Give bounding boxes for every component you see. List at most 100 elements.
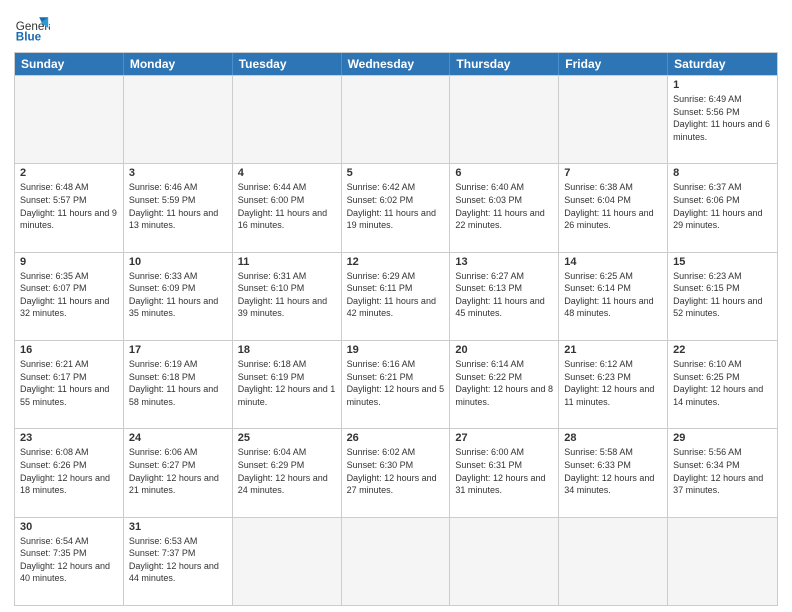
day-number: 19 xyxy=(347,344,445,356)
day-number: 26 xyxy=(347,432,445,444)
day-number: 16 xyxy=(20,344,118,356)
weekday-header-wednesday: Wednesday xyxy=(342,53,451,75)
day-info: Sunrise: 6:12 AM Sunset: 6:23 PM Dayligh… xyxy=(564,358,662,408)
calendar-row-1: 2 Sunrise: 6:48 AM Sunset: 5:57 PM Daylig… xyxy=(15,163,777,251)
calendar-cell xyxy=(559,76,668,163)
day-number: 13 xyxy=(455,256,553,268)
day-info: Sunrise: 6:04 AM Sunset: 6:29 PM Dayligh… xyxy=(238,446,336,496)
day-info: Sunrise: 6:42 AM Sunset: 6:02 PM Dayligh… xyxy=(347,181,445,231)
day-number: 1 xyxy=(673,79,772,91)
calendar-cell: 31Sunrise: 6:53 AM Sunset: 7:37 PM Dayli… xyxy=(124,518,233,605)
day-info: Sunrise: 6:46 AM Sunset: 5:59 PM Dayligh… xyxy=(129,181,227,231)
day-number: 30 xyxy=(20,521,118,533)
calendar-cell: 6Sunrise: 6:40 AM Sunset: 6:03 PM Daylig… xyxy=(450,164,559,251)
calendar-cell: 18 Sunrise: 6:18 AM Sunset: 6:19 PM Dayli… xyxy=(233,341,342,428)
day-info: Sunrise: 6:31 AM Sunset: 6:10 PM Dayligh… xyxy=(238,270,336,320)
day-info: Sunrise: 6:49 AM Sunset: 5:56 PM Dayligh… xyxy=(673,93,772,143)
day-number: 12 xyxy=(347,256,445,268)
day-info: Sunrise: 6:48 AM Sunset: 5:57 PM Dayligh… xyxy=(20,181,118,231)
day-info: Sunrise: 6:18 AM Sunset: 6:19 PM Dayligh… xyxy=(238,358,336,408)
day-info: Sunrise: 6:44 AM Sunset: 6:00 PM Dayligh… xyxy=(238,181,336,231)
day-number: 25 xyxy=(238,432,336,444)
day-number: 21 xyxy=(564,344,662,356)
weekday-header-thursday: Thursday xyxy=(450,53,559,75)
calendar-cell xyxy=(342,76,451,163)
calendar-cell: 4Sunrise: 6:44 AM Sunset: 6:00 PM Daylig… xyxy=(233,164,342,251)
day-number: 5 xyxy=(347,167,445,179)
logo: General Blue xyxy=(14,10,50,46)
day-info: Sunrise: 6:10 AM Sunset: 6:25 PM Dayligh… xyxy=(673,358,772,408)
weekday-header-saturday: Saturday xyxy=(668,53,777,75)
day-info: Sunrise: 6:19 AM Sunset: 6:18 PM Dayligh… xyxy=(129,358,227,408)
day-info: Sunrise: 6:16 AM Sunset: 6:21 PM Dayligh… xyxy=(347,358,445,408)
calendar-row-4: 23 Sunrise: 6:08 AM Sunset: 6:26 PM Dayli… xyxy=(15,428,777,516)
day-number: 9 xyxy=(20,256,118,268)
day-number: 10 xyxy=(129,256,227,268)
day-number: 11 xyxy=(238,256,336,268)
weekday-header-sunday: Sunday xyxy=(15,53,124,75)
calendar-cell: 19 Sunrise: 6:16 AM Sunset: 6:21 PM Dayli… xyxy=(342,341,451,428)
header: General Blue xyxy=(14,10,778,46)
day-info: Sunrise: 6:38 AM Sunset: 6:04 PM Dayligh… xyxy=(564,181,662,231)
day-info: Sunrise: 6:53 AM Sunset: 7:37 PM Dayligh… xyxy=(129,535,227,585)
calendar-cell xyxy=(342,518,451,605)
calendar-cell: 22 Sunrise: 6:10 AM Sunset: 6:25 PM Dayli… xyxy=(668,341,777,428)
day-info: Sunrise: 6:29 AM Sunset: 6:11 PM Dayligh… xyxy=(347,270,445,320)
calendar-body: 1 Sunrise: 6:49 AM Sunset: 5:56 PM Daylig… xyxy=(15,75,777,605)
day-number: 7 xyxy=(564,167,662,179)
calendar-cell: 9 Sunrise: 6:35 AM Sunset: 6:07 PM Daylig… xyxy=(15,253,124,340)
day-number: 2 xyxy=(20,167,118,179)
calendar-cell: 7 Sunrise: 6:38 AM Sunset: 6:04 PM Daylig… xyxy=(559,164,668,251)
day-info: Sunrise: 6:21 AM Sunset: 6:17 PM Dayligh… xyxy=(20,358,118,408)
calendar-header: SundayMondayTuesdayWednesdayThursdayFrid… xyxy=(15,53,777,75)
day-number: 22 xyxy=(673,344,772,356)
calendar-cell: 25 Sunrise: 6:04 AM Sunset: 6:29 PM Dayli… xyxy=(233,429,342,516)
weekday-header-tuesday: Tuesday xyxy=(233,53,342,75)
svg-text:Blue: Blue xyxy=(16,31,42,44)
calendar-cell xyxy=(450,76,559,163)
day-info: Sunrise: 6:27 AM Sunset: 6:13 PM Dayligh… xyxy=(455,270,553,320)
calendar-cell: 10Sunrise: 6:33 AM Sunset: 6:09 PM Dayli… xyxy=(124,253,233,340)
calendar-cell: 20Sunrise: 6:14 AM Sunset: 6:22 PM Dayli… xyxy=(450,341,559,428)
day-number: 20 xyxy=(455,344,553,356)
calendar-cell: 14Sunrise: 6:25 AM Sunset: 6:14 PM Dayli… xyxy=(559,253,668,340)
calendar-cell: 11 Sunrise: 6:31 AM Sunset: 6:10 PM Dayli… xyxy=(233,253,342,340)
calendar-cell xyxy=(124,76,233,163)
day-info: Sunrise: 6:06 AM Sunset: 6:27 PM Dayligh… xyxy=(129,446,227,496)
day-number: 14 xyxy=(564,256,662,268)
day-number: 3 xyxy=(129,167,227,179)
day-number: 18 xyxy=(238,344,336,356)
day-info: Sunrise: 5:58 AM Sunset: 6:33 PM Dayligh… xyxy=(564,446,662,496)
calendar-row-2: 9 Sunrise: 6:35 AM Sunset: 6:07 PM Daylig… xyxy=(15,252,777,340)
calendar-row-0: 1 Sunrise: 6:49 AM Sunset: 5:56 PM Daylig… xyxy=(15,75,777,163)
day-info: Sunrise: 5:56 AM Sunset: 6:34 PM Dayligh… xyxy=(673,446,772,496)
calendar-cell xyxy=(233,518,342,605)
day-number: 15 xyxy=(673,256,772,268)
calendar-cell: 23 Sunrise: 6:08 AM Sunset: 6:26 PM Dayli… xyxy=(15,429,124,516)
day-info: Sunrise: 6:54 AM Sunset: 7:35 PM Dayligh… xyxy=(20,535,118,585)
day-info: Sunrise: 6:02 AM Sunset: 6:30 PM Dayligh… xyxy=(347,446,445,496)
logo-icon: General Blue xyxy=(14,10,50,46)
day-info: Sunrise: 6:23 AM Sunset: 6:15 PM Dayligh… xyxy=(673,270,772,320)
weekday-header-monday: Monday xyxy=(124,53,233,75)
calendar-cell: 21 Sunrise: 6:12 AM Sunset: 6:23 PM Dayli… xyxy=(559,341,668,428)
day-number: 27 xyxy=(455,432,553,444)
day-info: Sunrise: 6:08 AM Sunset: 6:26 PM Dayligh… xyxy=(20,446,118,496)
calendar-cell: 28Sunrise: 5:58 AM Sunset: 6:33 PM Dayli… xyxy=(559,429,668,516)
day-number: 23 xyxy=(20,432,118,444)
calendar-cell: 29 Sunrise: 5:56 AM Sunset: 6:34 PM Dayli… xyxy=(668,429,777,516)
calendar-cell: 1 Sunrise: 6:49 AM Sunset: 5:56 PM Daylig… xyxy=(668,76,777,163)
day-number: 29 xyxy=(673,432,772,444)
calendar-row-3: 16 Sunrise: 6:21 AM Sunset: 6:17 PM Dayli… xyxy=(15,340,777,428)
day-info: Sunrise: 6:37 AM Sunset: 6:06 PM Dayligh… xyxy=(673,181,772,231)
day-number: 17 xyxy=(129,344,227,356)
calendar-cell: 13 Sunrise: 6:27 AM Sunset: 6:13 PM Dayli… xyxy=(450,253,559,340)
day-number: 8 xyxy=(673,167,772,179)
calendar-cell xyxy=(450,518,559,605)
calendar-cell xyxy=(15,76,124,163)
calendar-cell xyxy=(233,76,342,163)
day-number: 24 xyxy=(129,432,227,444)
calendar-cell: 27Sunrise: 6:00 AM Sunset: 6:31 PM Dayli… xyxy=(450,429,559,516)
day-number: 6 xyxy=(455,167,553,179)
day-info: Sunrise: 6:35 AM Sunset: 6:07 PM Dayligh… xyxy=(20,270,118,320)
